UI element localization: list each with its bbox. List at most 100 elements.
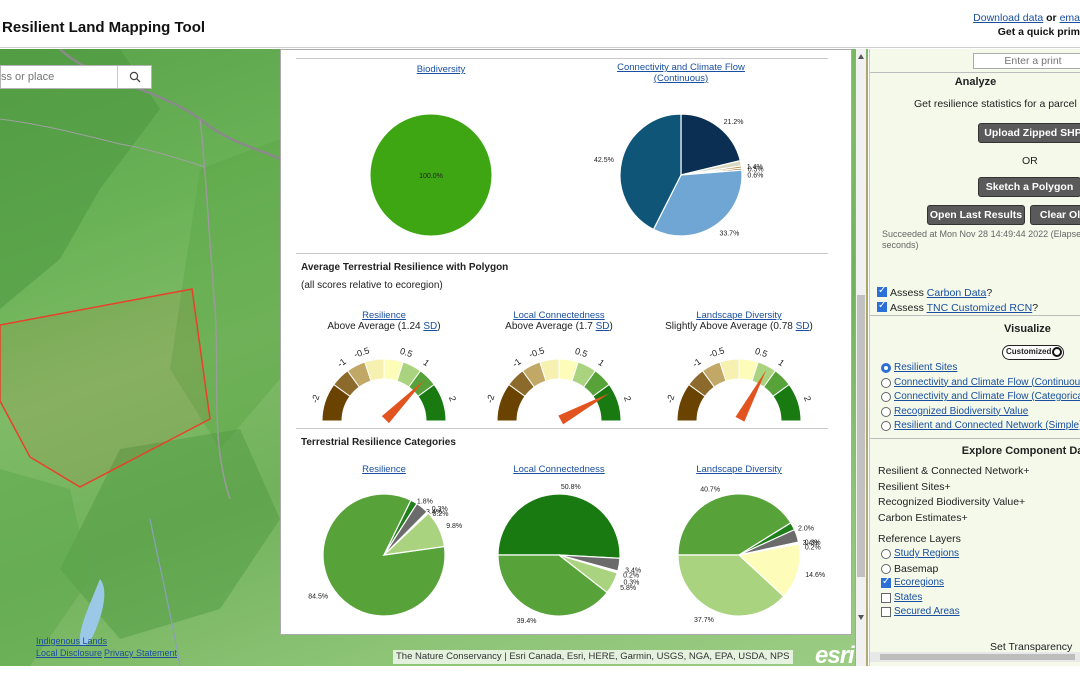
category-pie-1-slice-0 bbox=[497, 493, 621, 559]
cat-section-title: Terrestrial Resilience Categories bbox=[301, 437, 456, 448]
gauge-1-tick-3: 0.5 bbox=[574, 346, 589, 359]
upload-shp-button[interactable]: Upload Zipped SHP bbox=[978, 123, 1080, 143]
customized-toggle-label: Customized bbox=[1006, 347, 1052, 356]
reference-radio-1[interactable] bbox=[881, 563, 891, 574]
carbon-data-link[interactable]: Carbon Data bbox=[927, 287, 987, 299]
reference-item-0[interactable]: Study Regions bbox=[894, 548, 959, 559]
panel-horizontal-scrollbar[interactable] bbox=[870, 652, 1080, 662]
app-title: Resilient Land Mapping Tool bbox=[2, 19, 206, 36]
email-link[interactable]: ema bbox=[1060, 12, 1080, 24]
visualize-radio-4[interactable] bbox=[881, 421, 891, 431]
panel-divider-2 bbox=[870, 315, 1080, 316]
visualize-option-3[interactable]: Recognized Biodiversity Value bbox=[894, 406, 1028, 417]
reference-item-4[interactable]: Secured Areas bbox=[894, 606, 960, 617]
top-separator bbox=[296, 58, 828, 59]
explore-item-0[interactable]: Resilient & Connected Network+ bbox=[878, 465, 1029, 477]
gauge-2-tick-2: -0.5 bbox=[708, 345, 726, 359]
indigenous-lands-link[interactable]: Indigenous Lands bbox=[36, 636, 107, 646]
connectivity-pie-label-0: 21.2% bbox=[724, 119, 744, 126]
gauge-desc-0: Above Average (1.24 SD) bbox=[294, 321, 474, 332]
reference-layers-heading: Reference Layers bbox=[878, 533, 961, 545]
assess-rcn-suffix: ? bbox=[1032, 302, 1039, 314]
visualize-option-4[interactable]: Resilient and Connected Network (Simple) bbox=[894, 420, 1080, 431]
separator-1 bbox=[296, 253, 828, 254]
gauge-sd-link-1[interactable]: SD bbox=[596, 321, 610, 332]
category-chart-title-1[interactable]: Local Connectedness bbox=[499, 464, 619, 475]
print-title-input[interactable] bbox=[973, 53, 1080, 69]
category-pie-1-label-3: 0.2% bbox=[623, 572, 639, 579]
or-text: or bbox=[1046, 12, 1057, 24]
explore-item-3[interactable]: Carbon Estimates+ bbox=[878, 512, 968, 524]
assess-carbon-label: Assess Carbon Data? bbox=[890, 287, 992, 299]
gauge-2-tick-1: -1 bbox=[690, 356, 702, 369]
or-label: OR bbox=[1022, 155, 1038, 167]
gauge-title-1[interactable]: Local Connectedness bbox=[499, 310, 619, 321]
gauge-1-tick-5: 2 bbox=[622, 395, 633, 403]
privacy-statement-link[interactable]: Privacy Statement bbox=[104, 648, 177, 658]
category-chart-title-0[interactable]: Resilience bbox=[324, 464, 444, 475]
gauge-sd-link-0[interactable]: SD bbox=[423, 321, 437, 332]
visualize-option-2[interactable]: Connectivity and Climate Flow (Categoric… bbox=[894, 391, 1080, 402]
gauge-0-needle bbox=[381, 379, 425, 424]
search-box bbox=[0, 65, 152, 89]
quick-print-text: Get a quick prim bbox=[997, 26, 1080, 38]
gauge-title-2[interactable]: Landscape Diversity bbox=[679, 310, 799, 321]
connectivity-pie-label-3: 0.5% bbox=[748, 167, 764, 174]
category-pie-2-label-6: 37.7% bbox=[694, 617, 714, 624]
assess-carbon-checkbox[interactable] bbox=[877, 285, 887, 297]
assess-rcn-checkbox[interactable] bbox=[877, 300, 887, 312]
popup-outer-scrollbar[interactable] bbox=[853, 49, 868, 666]
gauge-desc-close-1: ) bbox=[609, 321, 613, 332]
reference-check-4[interactable] bbox=[881, 607, 891, 617]
visualize-option-0[interactable]: Resilient Sites bbox=[894, 362, 957, 373]
assess-rcn-prefix: Assess bbox=[890, 302, 924, 314]
search-button[interactable] bbox=[117, 66, 151, 88]
category-pie-2-label-4: 0.2% bbox=[805, 545, 821, 552]
gauge-desc-close-0: ) bbox=[437, 321, 441, 332]
panel-scroll-thumb[interactable] bbox=[880, 654, 1075, 660]
assess-carbon-prefix: Assess bbox=[890, 287, 924, 299]
gauge-desc-2: Slightly Above Average (0.78 SD) bbox=[649, 321, 829, 332]
gauge-1-tick-1: -1 bbox=[510, 356, 522, 369]
search-input[interactable] bbox=[1, 66, 119, 88]
reference-item-3[interactable]: States bbox=[894, 592, 922, 603]
explore-item-2[interactable]: Recognized Biodiversity Value+ bbox=[878, 496, 1025, 508]
biodiversity-chart-title[interactable]: Biodiversity bbox=[391, 64, 491, 75]
reference-item-1[interactable]: Basemap bbox=[894, 563, 938, 575]
category-pie-2-label-0: 40.7% bbox=[700, 487, 720, 494]
download-data-link[interactable]: Download data bbox=[973, 12, 1043, 24]
category-pie-2-label-1: 2.0% bbox=[798, 525, 814, 532]
status-text: Succeeded at Mon Nov 28 14:49:44 2022 (E… bbox=[882, 229, 1080, 239]
reference-check-3[interactable] bbox=[881, 592, 891, 603]
visualize-radio-0[interactable] bbox=[881, 363, 891, 373]
connectivity-pie-label-5: 42.5% bbox=[594, 157, 614, 164]
results-popup: Biodiversity Connectivity and Climate Fl… bbox=[280, 49, 852, 635]
local-disclosure-link[interactable]: Local Disclosure bbox=[36, 648, 102, 658]
category-pie-1-label-5: 39.4% bbox=[517, 618, 537, 625]
gauge-desc-close-2: ) bbox=[809, 321, 813, 332]
gauge-0-tick-0: -2 bbox=[310, 393, 322, 404]
visualize-option-1[interactable]: Connectivity and Climate Flow (Continuou… bbox=[894, 377, 1080, 388]
open-last-results-button[interactable]: Open Last Results bbox=[927, 205, 1025, 225]
tnc-rcn-link[interactable]: TNC Customized RCN bbox=[927, 302, 1033, 314]
reference-check-2[interactable] bbox=[881, 576, 891, 588]
visualize-radio-1[interactable] bbox=[881, 377, 891, 388]
customized-toggle[interactable]: Customized bbox=[1002, 345, 1064, 360]
gauge-sd-link-2[interactable]: SD bbox=[796, 321, 810, 332]
gauge-0-tick-4: 1 bbox=[421, 357, 431, 368]
visualize-radio-2[interactable] bbox=[881, 392, 891, 402]
visualize-radio-3[interactable] bbox=[881, 406, 891, 417]
category-chart-title-2[interactable]: Landscape Diversity bbox=[679, 464, 799, 475]
reference-radio-0[interactable] bbox=[881, 549, 891, 559]
reference-item-2[interactable]: Ecoregions bbox=[894, 577, 944, 588]
separator-2 bbox=[296, 428, 828, 429]
sketch-polygon-button[interactable]: Sketch a Polygon bbox=[978, 177, 1080, 197]
gauge-title-0[interactable]: Resilience bbox=[324, 310, 444, 321]
gauge-desc-1: Above Average (1.7 SD) bbox=[469, 321, 649, 332]
gauge-1-tick-4: 1 bbox=[596, 357, 606, 368]
search-icon bbox=[129, 71, 140, 83]
category-pie-0-label-0: 84.5% bbox=[308, 593, 328, 600]
explore-item-1[interactable]: Resilient Sites+ bbox=[878, 481, 951, 493]
gauge-2-tick-5: 2 bbox=[802, 395, 813, 403]
clear-button[interactable]: Clear Ol bbox=[1030, 205, 1080, 225]
